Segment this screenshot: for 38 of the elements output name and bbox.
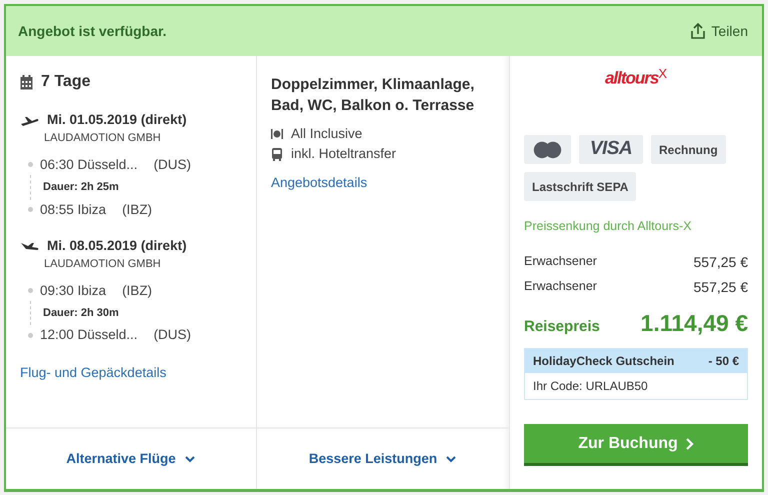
traveller-price: 557,25 € <box>694 252 748 272</box>
airport-code: (IBZ) <box>122 200 152 219</box>
status-text: Angebot ist verfügbar. <box>18 22 167 41</box>
feature-text: inkl. Hoteltransfer <box>291 145 396 164</box>
flight-duration: Dauer: 2h 25m <box>43 181 119 193</box>
departure-time: 12:00 Düsseld... <box>40 326 138 344</box>
airport-code: (IBZ) <box>122 282 152 300</box>
departure-time: 06:30 Düsseld... <box>40 156 138 174</box>
total-price: 1.114,49 € <box>640 308 748 338</box>
traveller-price: 557,25 € <box>694 278 748 297</box>
alternative-flights-button[interactable]: Alternative Flüge <box>66 448 196 470</box>
visa-logo: VISA <box>579 135 643 164</box>
airline-name: LAUDAMOTION GMBH <box>44 257 162 272</box>
airport-code: (DUS) <box>154 156 192 174</box>
traveller-label: Erwachsener <box>524 278 597 295</box>
payment-method: Rechnung <box>651 135 726 164</box>
feature-text: All Inclusive <box>291 125 362 143</box>
price-note: Preissenkung durch Alltours-X <box>524 218 692 236</box>
flight-date: Mi. 08.05.2019 (direkt) <box>47 236 187 255</box>
flight-duration: Dauer: 2h 30m <box>43 306 119 319</box>
payment-method: Lastschrift SEPA <box>524 172 636 202</box>
operator-logo: alltours$^{X}$ <box>604 65 668 90</box>
share-button[interactable]: Teilen <box>691 20 748 42</box>
departure-time: 08:55 Ibiza <box>40 200 106 218</box>
voucher-discount: - 50 € <box>708 353 739 370</box>
duration-text: 7 Tage <box>41 72 90 92</box>
room-title: Doppelzimmer, Klimaanlage, Bad, WC, Balkon o. Terrasse <box>271 75 476 116</box>
flight-details-link[interactable]: Flug- und Gepäckdetails <box>20 364 166 380</box>
voucher-code: Ihr Code: URLAUB50 <box>532 378 649 396</box>
traveller-label: Erwachsener <box>524 252 597 270</box>
voucher-title: HolidayCheck Gutschein <box>533 353 674 370</box>
flight-date: Mi. 01.05.2019 (direkt) <box>47 111 187 129</box>
offer-details-link[interactable]: Angebotsdetails <box>271 172 368 193</box>
total-label: Reisepreis <box>524 316 600 337</box>
better-services-button[interactable]: Bessere Leistungen <box>308 448 458 470</box>
departure-time: 09:30 Ibiza <box>40 282 106 300</box>
airline-name: LAUDAMOTION GMBH <box>44 131 162 146</box>
airport-code: (DUS) <box>154 326 192 344</box>
